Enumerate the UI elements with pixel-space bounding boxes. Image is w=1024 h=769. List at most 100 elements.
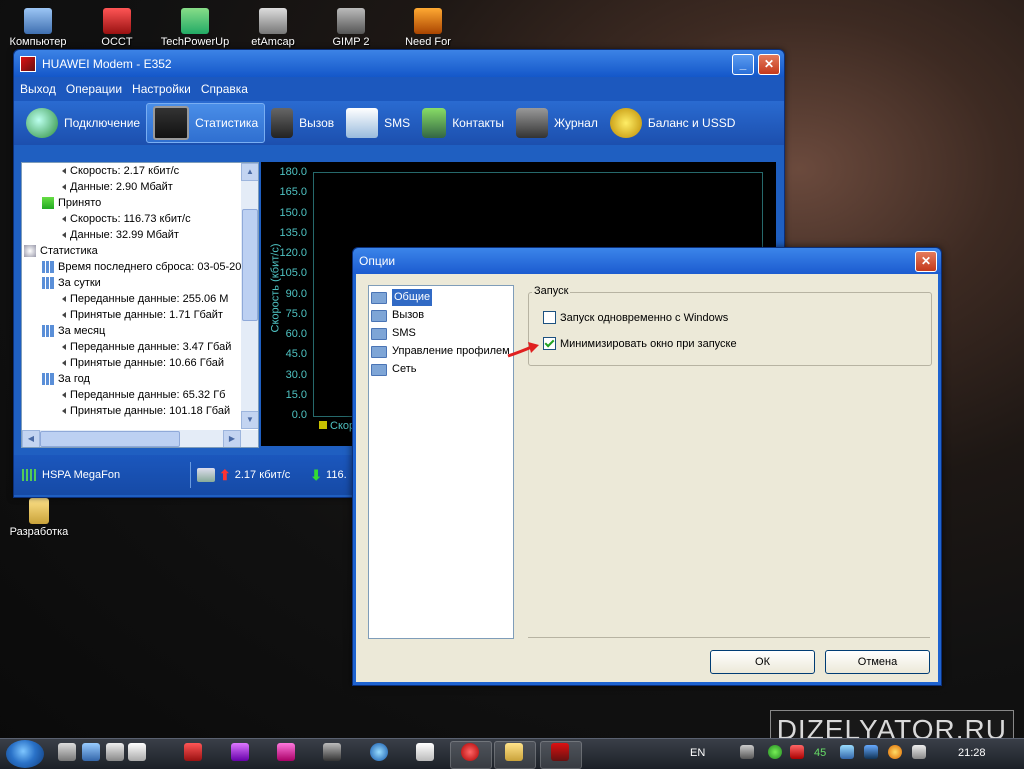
hscroll-thumb[interactable] [40,431,180,447]
tree-row[interactable]: Время последнего сброса: 03-05-20 [42,259,241,275]
tree-row[interactable]: За год [42,371,90,387]
desktop-icon-techpowerup[interactable]: TechPowerUp [155,8,235,48]
menu-settings[interactable]: Настройки [132,82,191,96]
tree-row[interactable]: За сутки [42,275,101,291]
quicklaunch-network-icon[interactable] [58,743,76,761]
tree-row-label: Скорость: 116.73 кбит/с [70,213,191,225]
tree-row[interactable]: Принятые данные: 101.18 Гбай [62,403,230,419]
desktop-icon-label: TechPowerUp [160,36,230,48]
tab-statistics[interactable]: Статистика [146,103,266,143]
checkbox-box-checked[interactable] [543,337,556,350]
menu-exit[interactable]: Выход [20,82,56,96]
desktop-icon-etamcap[interactable]: etAmcap [233,8,313,48]
vertical-scrollbar[interactable]: ▲ ▼ [241,163,258,429]
menu-bar: Выход Операции Настройки Справка [14,77,784,101]
dialog-title-bar[interactable]: Опции ✕ [353,248,941,274]
app-icon [20,55,36,72]
desktop-icon-needfor[interactable]: Need For [388,8,468,48]
nav-item-general[interactable]: Общие [371,289,433,306]
desktop-icon-gimp[interactable]: GIMP 2 [311,8,391,48]
app-magenta-taskbar-icon[interactable] [277,743,295,761]
clock[interactable]: 21:28 [958,747,986,759]
tree-row[interactable]: Принятые данные: 10.66 Гбай [62,355,224,371]
minimize-button[interactable]: _ [732,54,754,75]
dialog-title: Опции [359,254,396,268]
start-with-windows-checkbox[interactable]: Запуск одновременно с Windows [543,311,728,324]
dialog-close-button[interactable]: ✕ [915,251,937,272]
tree-row[interactable]: Переданные данные: 3.47 Гбай [62,339,231,355]
desktop-icon-occt[interactable]: OCCT [77,8,157,48]
tree-leaf-marker-icon [62,408,66,415]
checkbox-box[interactable] [543,311,556,324]
tab-connection[interactable]: Подключение [20,104,146,142]
desktop-icon-label: Need For [405,36,451,48]
tab-call[interactable]: Вызов [265,104,340,142]
quicklaunch-desktop-icon[interactable] [82,743,100,761]
desktop-icon-razrabotka[interactable]: Разработка [0,498,79,538]
tree-row[interactable]: За месяц [42,323,105,339]
clock-icon [24,245,36,258]
cancel-button[interactable]: Отмена [825,650,930,674]
tray-number[interactable]: 45 [814,747,826,759]
tree-row[interactable]: Данные: 2.90 Мбайт [62,179,173,195]
tray-orange-icon[interactable] [888,745,902,759]
volume-icon[interactable] [912,745,926,759]
minimize-on-start-checkbox[interactable]: Минимизировать окно при запуске [543,337,737,350]
language-indicator[interactable]: EN [690,747,705,759]
tree-row[interactable]: Переданные данные: 65.32 Гб [62,387,225,403]
app-film-taskbar-icon[interactable] [323,743,341,761]
menu-help[interactable]: Справка [201,82,248,96]
tray-utorrent-icon[interactable] [768,745,782,759]
nav-item-profile-management[interactable]: Управление профилем [371,343,510,360]
close-button[interactable]: ✕ [758,54,780,75]
statistics-tree: Скорость: 2.17 кбит/с Данные: 2.90 Мбайт П… [21,162,259,448]
tab-label: Журнал [554,116,598,130]
ie-taskbar-icon[interactable] [370,743,388,761]
tree-row[interactable]: Переданные данные: 255.06 М [62,291,228,307]
globe-icon [26,108,58,138]
dialog-separator [528,637,930,638]
title-bar[interactable]: HUAWEI Modem - E352 _ ✕ [14,50,784,77]
skype-taskbar-icon[interactable] [416,743,434,761]
tray-network-icon[interactable] [840,745,854,759]
legend-swatch [319,421,327,429]
start-button[interactable] [6,740,44,768]
quicklaunch-grid-icon[interactable] [128,743,146,761]
scroll-down-arrow[interactable]: ▼ [241,411,258,429]
scroll-right-arrow[interactable]: ▶ [223,430,241,447]
chart-y-tick: 180.0 [279,166,307,178]
tray-red-icon[interactable] [790,745,804,759]
tray-cup-icon[interactable] [740,745,754,759]
coins-icon [609,108,642,138]
app-purple-taskbar-icon[interactable] [231,743,249,761]
nav-item-network[interactable]: Сеть [371,361,416,378]
ok-button[interactable]: ОК [710,650,815,674]
chart-y-tick: 165.0 [279,186,307,199]
tab-label: Контакты [452,116,505,130]
occt-taskbar-icon[interactable] [184,743,202,761]
tab-balance-ussd[interactable]: Баланс и USSD [604,104,742,142]
tree-row[interactable]: Статистика [24,243,98,259]
tab-journal[interactable]: Журнал [510,104,604,142]
tree-row[interactable]: Скорость: 116.73 кбит/с [62,211,191,227]
menu-operations[interactable]: Операции [66,82,122,96]
nav-item-label: Сеть [392,363,417,375]
nav-item-call[interactable]: Вызов [371,307,424,324]
tab-contacts[interactable]: Контакты [416,104,510,142]
computer-icon [24,8,52,34]
tab-label: Баланс и USSD [647,116,736,130]
tree-row[interactable]: Принято [42,195,101,211]
desktop-icon-computer[interactable]: Компьютер [0,8,78,48]
tree-row[interactable]: Принятые данные: 1.71 Гбайт [62,307,223,323]
scroll-thumb[interactable] [242,209,258,321]
scroll-left-arrow[interactable]: ◀ [22,430,40,447]
nav-item-sms[interactable]: SMS [371,325,416,342]
startup-group-title: Запуск [532,285,571,297]
tab-sms[interactable]: SMS [340,104,416,142]
tree-row[interactable]: Данные: 32.99 Мбайт [62,227,179,243]
horizontal-scrollbar[interactable]: ◀ ▶ [22,430,258,447]
scroll-up-arrow[interactable]: ▲ [241,163,258,181]
quicklaunch-window-icon[interactable] [106,743,124,761]
tray-shield-icon[interactable] [864,745,878,759]
tree-row[interactable]: Скорость: 2.17 кбит/с [62,163,179,179]
